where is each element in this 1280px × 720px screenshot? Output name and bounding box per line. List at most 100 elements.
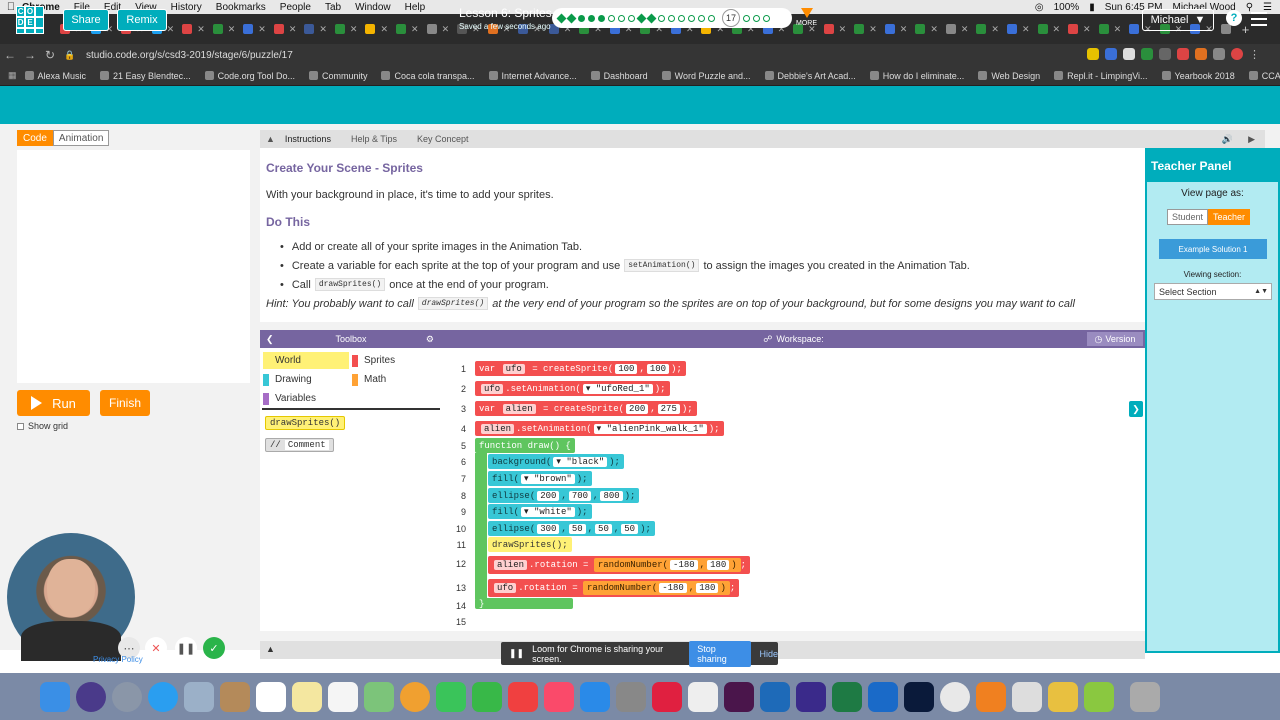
stop-sharing-button[interactable]: Stop sharing xyxy=(689,640,752,667)
messages-icon[interactable] xyxy=(436,681,466,712)
code-block-ufo-setanimation[interactable]: ufo .setAnimation(▾ "ufoRed_1"); xyxy=(475,381,670,396)
finish-button[interactable]: Finish xyxy=(100,390,150,416)
view-as-teacher-button[interactable]: Teacher xyxy=(1208,209,1251,225)
level-bubble[interactable] xyxy=(608,14,615,22)
tab-favicon-icon[interactable] xyxy=(823,24,834,34)
level-bubble[interactable] xyxy=(636,13,647,23)
bookmark-item[interactable]: Dashboard xyxy=(590,71,648,81)
code-block-var-ufo[interactable]: var ufo = createSprite(100, 100); xyxy=(475,361,686,376)
tab-favicon-icon[interactable] xyxy=(976,24,987,34)
tab-favicon-icon[interactable] xyxy=(1006,24,1017,34)
remix-button[interactable]: Remix xyxy=(117,9,167,31)
chrome-menu-icon[interactable]: ⋮ xyxy=(1249,48,1260,61)
tab-favicon-icon[interactable] xyxy=(396,24,407,34)
close-tab-icon[interactable]: ✕ xyxy=(1022,24,1030,35)
level-bubble[interactable] xyxy=(578,14,585,22)
game-stage[interactable] xyxy=(17,150,250,383)
tab-key-concept[interactable]: Key Concept xyxy=(417,134,469,144)
extension-icon[interactable] xyxy=(1213,48,1225,60)
drink-app-icon[interactable] xyxy=(1048,681,1078,712)
level-bubble[interactable] xyxy=(588,14,595,22)
quip-icon[interactable] xyxy=(652,681,682,712)
bookmark-item[interactable]: Yearbook 2018 xyxy=(1161,71,1235,81)
calendar-icon[interactable] xyxy=(256,681,286,712)
category-variables[interactable]: Variables xyxy=(263,390,316,407)
amazon-music-icon[interactable] xyxy=(796,681,826,712)
excel-icon[interactable] xyxy=(832,681,862,712)
finder-icon[interactable] xyxy=(40,681,70,712)
level-bubble[interactable] xyxy=(618,14,625,22)
back-icon[interactable]: ← xyxy=(0,48,20,62)
extension-icon[interactable] xyxy=(1177,48,1189,60)
trash-icon[interactable] xyxy=(1130,681,1160,712)
facetime-icon[interactable] xyxy=(472,681,502,712)
close-tab-icon[interactable]: ✕ xyxy=(442,24,450,35)
tab-favicon-icon[interactable] xyxy=(334,24,345,34)
section-select[interactable]: Select Section ▲▼ xyxy=(1154,283,1272,300)
level-bubble[interactable] xyxy=(598,14,605,22)
bookmark-item[interactable]: CCA xyxy=(1248,71,1280,81)
close-tab-icon[interactable]: ✕ xyxy=(319,24,327,35)
menu-history[interactable]: History xyxy=(171,2,202,13)
code-block-ellipse-2[interactable]: ellipse(300, 50, 50, 50); xyxy=(488,521,655,536)
tab-favicon-icon[interactable] xyxy=(1129,24,1140,34)
app-store-icon[interactable] xyxy=(580,681,610,712)
privacy-policy-link[interactable]: Privacy Policy xyxy=(93,655,143,664)
tab-favicon-icon[interactable] xyxy=(884,24,895,34)
code-block-ellipse-1[interactable]: ellipse(200, 700, 800); xyxy=(488,488,640,503)
level-bubble[interactable] xyxy=(743,14,750,22)
code-block-background[interactable]: background(▾ "black"); xyxy=(488,454,624,469)
close-tab-icon[interactable]: ✕ xyxy=(961,24,969,35)
tab-favicon-icon[interactable] xyxy=(304,24,315,34)
level-bubble[interactable] xyxy=(753,14,760,22)
search-icon[interactable]: ⚲ xyxy=(1246,2,1253,13)
tab-favicon-icon[interactable] xyxy=(182,24,193,34)
chrome-icon[interactable] xyxy=(940,681,970,712)
apps-grid-icon[interactable]: ▦ xyxy=(8,70,17,81)
share-button[interactable]: Share xyxy=(63,9,109,31)
preview-icon[interactable] xyxy=(184,681,214,712)
bookmark-item[interactable]: Debbie's Art Acad... xyxy=(764,71,856,81)
code-chip[interactable]: setAnimation() xyxy=(624,259,700,272)
level-bubble[interactable] xyxy=(708,14,715,22)
code-chip[interactable]: drawSprites() xyxy=(314,278,386,291)
extension-icon[interactable] xyxy=(1159,48,1171,60)
settings-app-icon[interactable] xyxy=(760,681,790,712)
teacher-panel-title[interactable]: Teacher Panel xyxy=(1147,150,1280,182)
tab-favicon-icon[interactable] xyxy=(273,24,284,34)
lock-icon[interactable]: 🔒 xyxy=(60,50,80,61)
category-sprites[interactable]: Sprites xyxy=(352,352,395,369)
comment-block[interactable]: // Comment xyxy=(265,438,334,452)
play-audio-icon[interactable]: ▶ xyxy=(1248,134,1255,145)
bookmark-item[interactable]: Repl.it - LimpingVi... xyxy=(1054,71,1148,81)
lesson-title[interactable]: Lesson 6: Sprites xyxy=(459,6,552,20)
animation-tab[interactable]: Animation xyxy=(52,130,110,146)
close-tab-icon[interactable]: ✕ xyxy=(1114,24,1122,35)
show-grid-toggle[interactable]: Show grid xyxy=(17,421,68,431)
view-as-student-button[interactable]: Student xyxy=(1167,209,1209,225)
battery-percent[interactable]: 100% xyxy=(1054,2,1080,13)
maps-icon[interactable] xyxy=(364,681,394,712)
close-tab-icon[interactable]: ✕ xyxy=(1083,24,1091,35)
tab-favicon-icon[interactable] xyxy=(854,24,865,34)
extension-icon[interactable] xyxy=(1195,48,1207,60)
acrobat-icon[interactable] xyxy=(688,681,718,712)
photos-icon[interactable] xyxy=(400,681,430,712)
finish-recording-icon[interactable]: ✓ xyxy=(203,637,225,659)
bookmark-item[interactable]: How do I eliminate... xyxy=(869,71,964,81)
close-tab-icon[interactable]: ✕ xyxy=(869,24,877,35)
close-tab-icon[interactable]: ✕ xyxy=(930,24,938,35)
code-block-alien-rotation[interactable]: alien .rotation = randomNumber(-180, 180); xyxy=(488,556,751,574)
expand-panel-icon[interactable]: ❯ xyxy=(1129,401,1143,417)
close-tab-icon[interactable]: ✕ xyxy=(900,24,908,35)
code-tab[interactable]: Code xyxy=(17,130,53,146)
bookmark-item[interactable]: Web Design xyxy=(978,71,1040,81)
level-bubble[interactable] xyxy=(668,14,675,22)
current-level-bubble[interactable]: 17 xyxy=(722,9,740,27)
codeorg-logo[interactable]: C O D E xyxy=(16,6,44,34)
drawsprites-block[interactable]: drawSprites() xyxy=(265,416,346,430)
close-tab-icon[interactable]: ✕ xyxy=(411,24,419,35)
outlook-icon[interactable] xyxy=(868,681,898,712)
close-tab-icon[interactable]: ✕ xyxy=(258,24,266,35)
run-button[interactable]: Run xyxy=(17,390,90,416)
